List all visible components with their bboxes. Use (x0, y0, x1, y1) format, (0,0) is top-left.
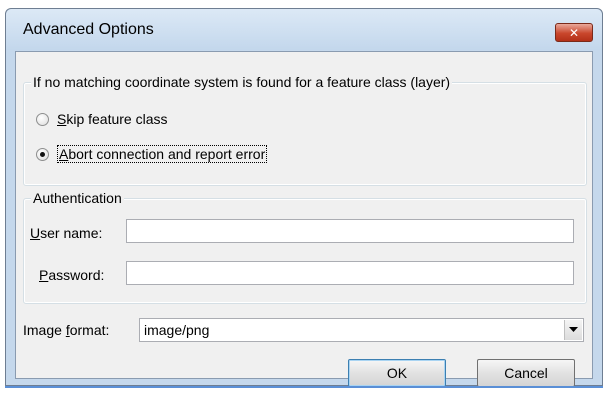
abort-connection-option[interactable]: Abort connection and report error (36, 145, 268, 163)
abort-connection-label: Abort connection and report error (57, 145, 268, 163)
coordinate-system-group-legend: If no matching coordinate system is foun… (31, 74, 453, 90)
cancel-button[interactable]: Cancel (477, 359, 575, 387)
authentication-group: Authentication User name: Password: (23, 190, 587, 304)
window-bottom-edge (5, 386, 603, 388)
coordinate-system-group: If no matching coordinate system is foun… (23, 74, 587, 186)
dialog-window: Advanced Options ✕ If no matching coordi… (5, 8, 603, 387)
abort-connection-radio[interactable] (36, 147, 49, 161)
skip-feature-class-label: Skip feature class (57, 111, 168, 127)
password-input[interactable] (126, 261, 574, 285)
image-format-value: image/png (144, 322, 210, 338)
title-bar[interactable]: Advanced Options ✕ (6, 9, 602, 50)
image-format-select[interactable]: image/png (139, 318, 584, 342)
dropdown-arrow-icon[interactable] (564, 320, 582, 340)
dialog-title: Advanced Options (23, 21, 154, 38)
ok-button[interactable]: OK (348, 359, 446, 387)
dialog-client-area: If no matching coordinate system is foun… (15, 51, 593, 387)
close-icon: ✕ (568, 25, 580, 40)
close-button[interactable]: ✕ (555, 23, 593, 42)
radio-selected-dot (40, 151, 45, 157)
skip-feature-class-radio[interactable] (36, 112, 49, 126)
image-format-label: Image format: (23, 322, 110, 338)
user-name-input[interactable] (126, 219, 574, 243)
skip-feature-class-option[interactable]: Skip feature class (36, 111, 168, 127)
authentication-group-legend: Authentication (31, 190, 124, 206)
password-label: Password: (39, 267, 105, 283)
user-name-label: User name: (30, 225, 103, 241)
